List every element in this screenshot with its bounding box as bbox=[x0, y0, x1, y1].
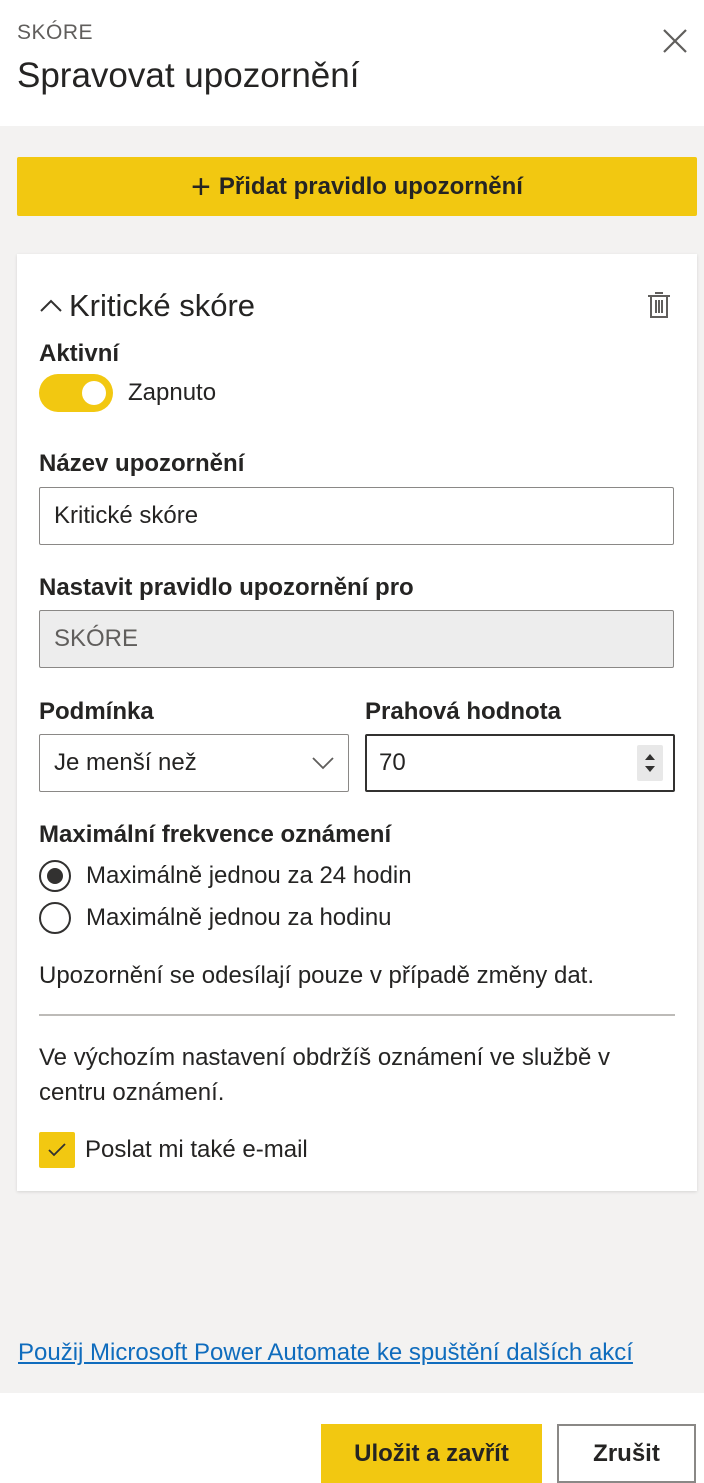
toggle-knob bbox=[82, 381, 106, 405]
panel-footer: Uložit a zavřít Zrušit bbox=[0, 1393, 704, 1483]
close-button[interactable] bbox=[656, 22, 694, 60]
trash-icon bbox=[648, 292, 670, 318]
stepper-down-icon[interactable] bbox=[645, 766, 655, 772]
checkmark-icon bbox=[48, 1143, 66, 1157]
condition-select[interactable]: Je menší než bbox=[39, 734, 349, 792]
threshold-stepper[interactable] bbox=[637, 745, 663, 781]
delete-rule-button[interactable] bbox=[646, 290, 672, 320]
cancel-button[interactable]: Zrušit bbox=[557, 1424, 696, 1483]
email-option[interactable]: Poslat mi také e-mail bbox=[39, 1132, 308, 1168]
rule-name: Kritické skóre bbox=[69, 288, 256, 323]
chevron-down-icon bbox=[312, 757, 334, 770]
rule-for-field: SKÓRE bbox=[39, 610, 674, 668]
plus-icon: + bbox=[191, 167, 211, 206]
threshold-label: Prahová hodnota bbox=[365, 698, 562, 725]
default-notification-note: Ve výchozím nastavení obdržíš oznámení v… bbox=[39, 1044, 610, 1106]
frequency-option-hourly[interactable]: Maximálně jednou za hodinu bbox=[39, 902, 392, 934]
panel-eyebrow: SKÓRE bbox=[17, 21, 94, 44]
frequency-option-label: Maximálně jednou za hodinu bbox=[86, 904, 392, 931]
threshold-input[interactable]: 70 bbox=[365, 734, 675, 792]
close-icon bbox=[663, 29, 687, 53]
condition-label: Podmínka bbox=[39, 698, 154, 725]
rule-for-value: SKÓRE bbox=[54, 625, 139, 652]
condition-value: Je menší než bbox=[54, 749, 197, 776]
rule-collapse-toggle[interactable]: Kritické skóre bbox=[39, 288, 255, 324]
add-rule-label: Přidat pravidlo upozornění bbox=[218, 172, 523, 200]
frequency-label: Maximální frekvence oznámení bbox=[39, 821, 392, 848]
panel-title: Spravovat upozornění bbox=[17, 56, 360, 95]
radio-button[interactable] bbox=[39, 860, 71, 892]
alert-name-label: Název upozornění bbox=[39, 450, 245, 477]
panel-header: SKÓRE Spravovat upozornění bbox=[0, 0, 704, 126]
active-state-text: Zapnuto bbox=[128, 379, 217, 406]
active-toggle[interactable] bbox=[39, 374, 113, 412]
rule-for-label: Nastavit pravidlo upozornění pro bbox=[39, 574, 414, 601]
threshold-value: 70 bbox=[379, 749, 406, 776]
alert-rule-card: Kritické skóre Aktivní Zapnuto Název upo… bbox=[17, 254, 697, 1191]
email-label: Poslat mi také e-mail bbox=[85, 1136, 308, 1163]
alert-name-input[interactable] bbox=[39, 487, 674, 545]
power-automate-link[interactable]: Použij Microsoft Power Automate ke spušt… bbox=[18, 1339, 633, 1367]
frequency-option-24h[interactable]: Maximálně jednou za 24 hodin bbox=[39, 860, 412, 892]
stepper-up-icon[interactable] bbox=[645, 754, 655, 760]
data-change-note: Upozornění se odesílají pouze v případě … bbox=[39, 962, 594, 989]
divider bbox=[39, 1014, 675, 1016]
frequency-option-label: Maximálně jednou za 24 hodin bbox=[86, 862, 412, 889]
save-and-close-button[interactable]: Uložit a zavřít bbox=[321, 1424, 542, 1483]
active-label: Aktivní bbox=[39, 340, 120, 367]
active-toggle-group: Zapnuto bbox=[39, 374, 216, 412]
add-rule-button[interactable]: + Přidat pravidlo upozornění bbox=[17, 157, 697, 216]
email-checkbox[interactable] bbox=[39, 1132, 75, 1168]
radio-button[interactable] bbox=[39, 902, 71, 934]
chevron-up-icon bbox=[40, 299, 62, 312]
